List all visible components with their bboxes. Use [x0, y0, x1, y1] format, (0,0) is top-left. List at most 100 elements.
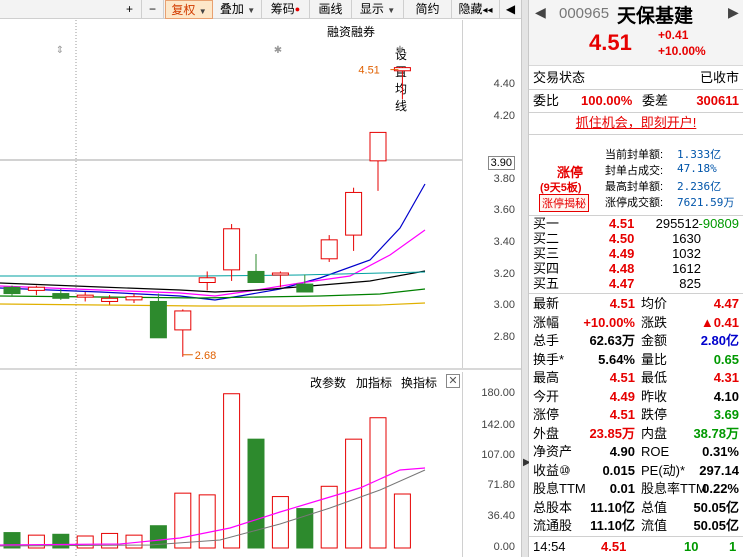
candle-body [174, 310, 192, 331]
limit-up-reveal-button[interactable]: 涨停揭秘 [539, 194, 589, 212]
bid-volume: 1032 [672, 246, 701, 261]
stat-label: 涨幅 [533, 314, 560, 330]
zt-label: 涨停成交额: [605, 197, 664, 209]
candle-body [52, 293, 70, 299]
stat-value: 4.51 [609, 370, 635, 385]
stat-label: 总手 [533, 333, 560, 348]
trade-status-value: 已收市 [699, 70, 739, 85]
next-stock-icon[interactable]: ▶ [728, 4, 739, 21]
promo-link[interactable]: 抓住机会，即刻开户! [576, 115, 697, 130]
stat-value: 4.47 [713, 296, 739, 311]
price-tick-label: 3.80 [493, 172, 515, 185]
price-tick-label: 3.20 [493, 267, 515, 280]
stat-label: 最新 [533, 296, 560, 311]
bid-row[interactable]: 买四 4.48 1612 [529, 261, 743, 276]
ma10-line [0, 302, 426, 307]
stat-row: 股息TTM 0.01 股息率TTM 0.22% [529, 480, 743, 498]
stat-value: 0.31% [702, 444, 739, 459]
price-tick-label: 3.40 [493, 236, 515, 248]
switch-indicator-link[interactable]: 换指标 [401, 374, 437, 391]
stat-value: +10.00% [583, 314, 635, 330]
candle-body [369, 131, 387, 162]
stat-row: 收益⑩ 0.015 PE(动)* 297.14 [529, 462, 743, 480]
bid-volume: 295512 [655, 216, 699, 231]
kline-chart-area[interactable]: + − 复权 ▼ 叠加 ▼ 筹码● 画线 显示 ▼ 简约 隐藏◂◂ ◀ 融资融券… [0, 0, 521, 557]
edit-params-link[interactable]: 改参数 [310, 374, 346, 391]
tick-price: 4.51 [601, 539, 627, 554]
stat-label: 最低 [641, 370, 668, 385]
volume-tick-label: 36.40 [487, 509, 515, 522]
bid-price: 4.49 [609, 246, 635, 261]
price-change: +0.41 [658, 28, 689, 42]
current-price-label: 3.90 [487, 156, 515, 170]
bid-volume: 825 [679, 276, 701, 291]
tick-direction: 1 [729, 539, 737, 554]
candle-body [101, 297, 119, 302]
stat-value: 62.63万 [589, 333, 635, 348]
close-indicator-icon[interactable]: ✕ [446, 374, 460, 388]
stat-label: 均价 [641, 296, 668, 311]
bid-row[interactable]: 买一 4.51 295512 -90809 [529, 216, 743, 231]
weicha-value: 300611 [696, 93, 739, 108]
stat-value: 4.51 [609, 296, 635, 311]
candle-body [247, 270, 265, 284]
stat-row: 最高 4.51 最低 4.31 [529, 369, 743, 387]
bid-row[interactable]: 买三 4.49 1032 [529, 246, 743, 261]
stat-label: 金额 [641, 333, 668, 348]
bid-row[interactable]: 买五 4.47 825 [529, 276, 743, 291]
stat-value: 0.22% [702, 481, 739, 496]
stat-value: 4.49 [609, 388, 635, 404]
bid-price: 4.51 [609, 216, 635, 231]
price-axis: 4.40 4.20 3.80 3.60 3.40 3.20 3.00 2.80 3.90 [462, 20, 521, 368]
trade-status-label: 交易状态 [533, 70, 586, 85]
candle-body [27, 286, 45, 291]
prev-stock-icon[interactable]: ◀ [535, 4, 546, 21]
bid-row[interactable]: 买二 4.50 1630 [529, 231, 743, 246]
stat-row: 涨停 4.51 跌停 3.69 [529, 406, 743, 424]
stat-value: ▲0.41 [700, 314, 739, 330]
stat-value: 11.10亿 [590, 518, 635, 533]
volume-axis: 180.00 142.00 107.00 71.80 36.40 0.00 [462, 372, 521, 557]
stat-label: 涨跌 [641, 314, 668, 330]
candle-body [345, 191, 363, 236]
event-marker-icon: ✱ [274, 45, 282, 56]
volume-bar [101, 532, 119, 549]
event-marker-icon: ✱ [396, 45, 404, 56]
volume-bar [76, 535, 94, 549]
panel-splitter[interactable]: ▶ [521, 0, 531, 557]
limit-up-sub: (9天5板) [540, 182, 582, 194]
add-indicator-link[interactable]: 加指标 [356, 374, 392, 391]
stat-row: 涨幅 +10.00% 涨跌 ▲0.41 [529, 314, 743, 332]
promo-banner[interactable]: 抓住机会，即刻开户! [529, 114, 743, 132]
latest-price: 4.51 [589, 30, 632, 55]
bid-label: 买三 [533, 246, 560, 261]
stat-value: 0.65 [713, 351, 739, 367]
stat-value: 23.85万 [589, 425, 635, 441]
stat-value: 297.14 [699, 462, 739, 478]
stat-label: 今开 [533, 388, 560, 404]
volume-tick-label: 180.00 [481, 386, 515, 399]
bid-label: 买五 [533, 276, 560, 291]
stat-label: 收益⑩ [533, 462, 571, 478]
stat-value: 38.78万 [693, 425, 739, 441]
weibi-row: 委比 100.00% 委差 300611 [529, 92, 743, 110]
stat-value: 0.015 [602, 462, 635, 478]
stat-row: 总股本 11.10亿 总值 50.05亿 [529, 499, 743, 517]
volume-tick-label: 107.00 [481, 449, 515, 462]
candle-body [320, 239, 338, 260]
stat-label: 内盘 [641, 425, 668, 441]
bid-volume: 1630 [672, 231, 701, 246]
stat-value: 4.51 [609, 407, 635, 422]
trade-status-row: 交易状态 已收市 [529, 69, 743, 87]
stat-label: PE(动)* [641, 462, 686, 478]
stat-row: 外盘 23.85万 内盘 38.78万 [529, 425, 743, 443]
price-tick-label: 4.20 [493, 109, 515, 122]
bid-label: 买四 [533, 261, 560, 276]
stat-label: 量比 [641, 351, 668, 367]
volume-tick-label: 142.00 [481, 419, 515, 432]
stat-label: 总值 [641, 499, 668, 515]
zt-value: 1.333亿 [677, 148, 722, 161]
candle-body [3, 286, 21, 295]
zt-label: 最高封单额: [605, 181, 664, 193]
stat-label: 流值 [641, 518, 668, 533]
